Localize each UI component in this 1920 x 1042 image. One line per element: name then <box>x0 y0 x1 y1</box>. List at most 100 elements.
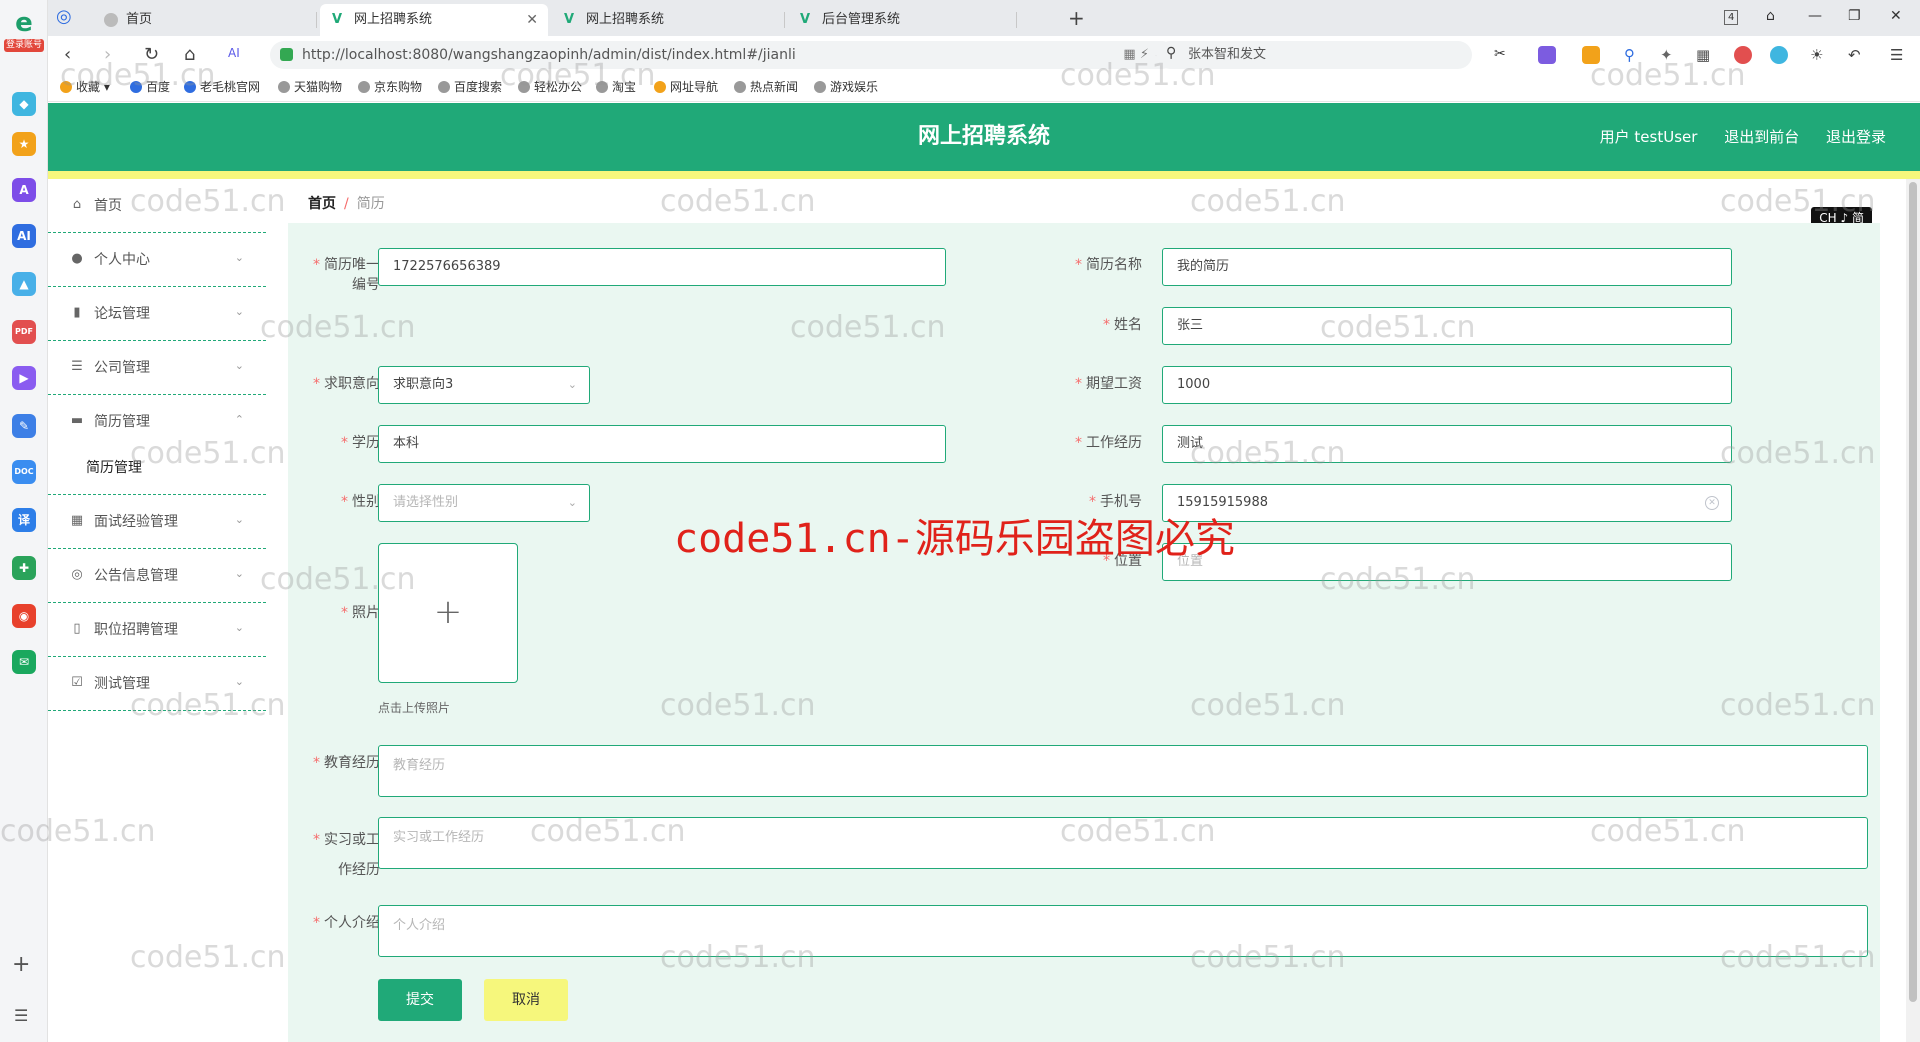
bookmark-item[interactable]: 天猫购物 <box>278 74 342 100</box>
ai-icon[interactable]: AI <box>12 224 36 248</box>
bookmark-item[interactable]: 百度搜索 <box>438 74 502 100</box>
gender-select[interactable]: 请选择性别 ⌄ <box>378 484 590 522</box>
resume-no-field[interactable]: 1722576656389 <box>378 248 946 286</box>
intro-textarea[interactable]: 个人介绍 <box>378 905 1868 957</box>
breadcrumb-home[interactable]: 首页 <box>308 196 336 212</box>
phone-field[interactable]: 15915915988 ✕ <box>1162 484 1732 522</box>
experience-field[interactable]: 测试 <box>1162 425 1732 463</box>
translate-icon[interactable]: 译 <box>12 508 36 532</box>
header-links: 用户 testUser 退出到前台 退出登录 <box>1578 103 1886 171</box>
scrollbar-thumb[interactable] <box>1909 182 1917 1002</box>
tab-admin[interactable]: V 后台管理系统 <box>788 4 1016 36</box>
minimize-icon[interactable]: — <box>1808 8 1822 24</box>
intention-select[interactable]: 求职意向3 ⌄ <box>378 366 590 404</box>
header-accent-strip <box>48 171 1920 179</box>
sidebar-item-resume[interactable]: ▬ 简历管理 ⌃ 简历管理 <box>48 395 266 495</box>
ai-badge-icon[interactable]: AI <box>228 46 240 60</box>
intern-textarea[interactable]: 实习或工作经历 <box>378 817 1868 869</box>
undo-icon[interactable]: ↶ <box>1848 46 1866 64</box>
bookmark-item[interactable]: 收藏 ▾ <box>60 74 110 100</box>
sidebar-subitem-resume[interactable]: 简历管理 <box>48 445 266 491</box>
bookmark-item[interactable]: 游戏娱乐 <box>814 74 878 100</box>
sidebar-app-icon[interactable]: ◆ <box>12 92 36 116</box>
bookmark-item[interactable]: 京东购物 <box>358 74 422 100</box>
sidebar-item-profile[interactable]: ● 个人中心 ⌄ <box>48 233 266 287</box>
sidebar-item-company[interactable]: ☰ 公司管理 ⌄ <box>48 341 266 395</box>
resume-form: * 简历唯一 编号 1722576656389 * 简历名称 我的简历 * 姓名 张三 … <box>288 223 1880 1042</box>
tab-home[interactable]: 首页 <box>92 4 312 36</box>
sidebar-item-test[interactable]: ☑ 测试管理 ⌄ <box>48 657 266 711</box>
shield-tool-icon[interactable] <box>1582 46 1600 64</box>
ai-assistant-icon[interactable]: A <box>12 178 36 202</box>
compass-icon[interactable]: ◎ <box>56 6 72 27</box>
globe-icon <box>104 13 118 27</box>
bookmark-item[interactable]: 百度 <box>130 74 170 100</box>
breadcrumb-current: 简历 <box>356 196 385 212</box>
edu-history-textarea[interactable]: 教育经历 <box>378 745 1868 797</box>
clear-icon[interactable]: ✕ <box>1705 496 1719 510</box>
tab-count-badge[interactable]: 4 <box>1724 10 1739 25</box>
search-input[interactable]: ⚲ 张本智和发文 <box>1156 41 1472 69</box>
add-app-icon[interactable]: + <box>12 952 30 977</box>
zoom-icon[interactable]: ⚲ <box>1624 46 1642 64</box>
sidebar-item-jobs[interactable]: ▯ 职位招聘管理 ⌄ <box>48 603 266 657</box>
tab-recruit[interactable]: V 网上招聘系统 <box>552 4 780 36</box>
color-wheel-icon[interactable] <box>1734 46 1752 64</box>
name-field[interactable]: 张三 <box>1162 307 1732 345</box>
home-page-icon[interactable]: ⌂ <box>184 44 195 65</box>
bookmark-item[interactable]: 热点新闻 <box>734 74 798 100</box>
extension-icon[interactable]: ✦ <box>1660 46 1678 64</box>
sidebar-item-forum[interactable]: ▮ 论坛管理 ⌄ <box>48 287 266 341</box>
restore-icon[interactable]: ❐ <box>1848 8 1861 24</box>
game-icon[interactable]: ✚ <box>12 556 36 580</box>
translate-tool-icon[interactable] <box>1538 46 1556 64</box>
sidebar-item-interview[interactable]: ▦ 面试经验管理 ⌄ <box>48 495 266 549</box>
notes-icon[interactable]: ✎ <box>12 414 36 438</box>
image-icon[interactable]: ▲ <box>12 272 36 296</box>
new-tab-button[interactable]: + <box>1068 6 1085 30</box>
back-icon[interactable]: ‹ <box>64 44 71 65</box>
user-icon: ● <box>71 251 83 266</box>
url-field[interactable]: http://localhost:8080/wangshangzaopinh/a… <box>270 41 1176 69</box>
close-tab-icon[interactable]: ✕ <box>526 4 538 36</box>
apps-grid-icon[interactable]: ▦ <box>1696 46 1714 64</box>
close-window-icon[interactable]: ✕ <box>1890 8 1902 24</box>
weibo-icon[interactable]: ◉ <box>12 604 36 628</box>
sync-icon[interactable] <box>1770 46 1788 64</box>
browser-logo[interactable]: e 登录账号 <box>4 8 44 56</box>
favorites-star-icon[interactable]: ★ <box>12 132 36 156</box>
cancel-button[interactable]: 取消 <box>484 979 568 1021</box>
salary-field[interactable]: 1000 <box>1162 366 1732 404</box>
mail-icon[interactable]: ✉ <box>12 650 36 674</box>
browser-sidebar: e 登录账号 ◆ ★ A AI ▲ PDF ▶ ✎ DOC 译 ✚ ◉ ✉ + … <box>0 0 48 1042</box>
doc-icon[interactable]: DOC <box>12 460 36 484</box>
bookmarks-bar: 收藏 ▾ 百度 老毛桃官网 天猫购物 京东购物 百度搜索 轻松办公 淘宝 网址导… <box>48 74 1920 102</box>
shirt-skin-icon[interactable]: ⌂ <box>1766 8 1775 24</box>
forward-icon[interactable]: › <box>104 44 111 65</box>
salary-label: * 期望工资 <box>1075 376 1142 392</box>
brightness-icon[interactable]: ☀ <box>1810 46 1828 64</box>
sidebar-item-home[interactable]: ⌂ 首页 <box>48 179 266 233</box>
exit-to-front-link[interactable]: 退出到前台 <box>1724 128 1799 146</box>
photo-upload[interactable]: + <box>378 543 518 683</box>
pdf-icon[interactable]: PDF <box>12 320 36 344</box>
logout-link[interactable]: 退出登录 <box>1826 128 1886 146</box>
bookmark-item[interactable]: 淘宝 <box>596 74 636 100</box>
submit-button[interactable]: 提交 <box>378 979 462 1021</box>
tab-recruit-active[interactable]: V 网上招聘系统 ✕ <box>320 4 548 36</box>
sidebar-item-notice[interactable]: ◎ 公告信息管理 ⌄ <box>48 549 266 603</box>
main-menu-icon[interactable]: ☰ <box>1890 46 1908 64</box>
education-field[interactable]: 本科 <box>378 425 946 463</box>
menu-list-icon[interactable]: ☰ <box>14 1006 28 1025</box>
bookmark-item[interactable]: 老毛桃官网 <box>184 74 260 100</box>
login-account-tag[interactable]: 登录账号 <box>4 39 44 52</box>
name-label: * 姓名 <box>1103 317 1142 333</box>
grid-icon: ▦ <box>70 513 84 528</box>
reload-icon[interactable]: ↻ <box>144 44 159 65</box>
video-icon[interactable]: ▶ <box>12 366 36 390</box>
location-field[interactable]: 位置 <box>1162 543 1732 581</box>
bookmark-item[interactable]: 轻松办公 <box>518 74 582 100</box>
scissors-icon[interactable]: ✂ <box>1494 46 1512 64</box>
bookmark-item[interactable]: 网址导航 <box>654 74 718 100</box>
resume-name-field[interactable]: 我的简历 <box>1162 248 1732 286</box>
